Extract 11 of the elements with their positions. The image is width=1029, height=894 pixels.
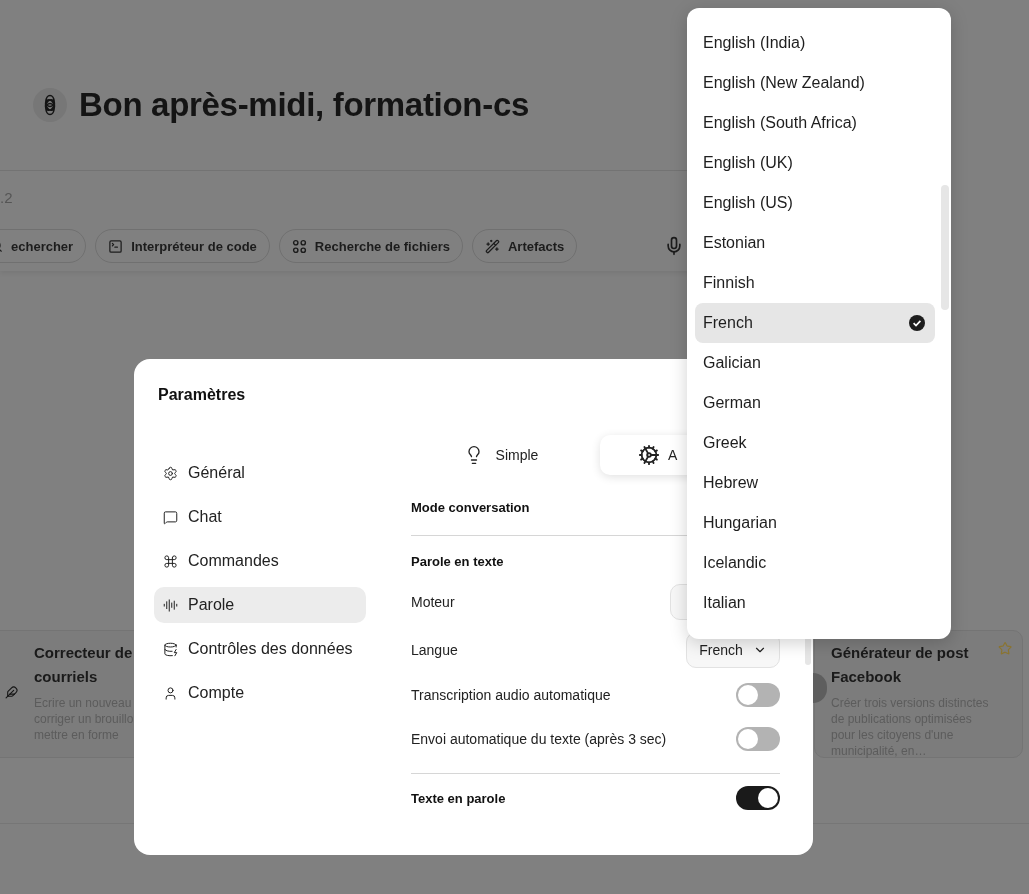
- card-title: Correcteur de courriels: [34, 643, 134, 687]
- setting-label: Langue: [411, 642, 458, 658]
- dialog-title: Paramètres: [158, 385, 246, 405]
- greeting-title: Bon après-midi, formation-cs: [79, 86, 529, 124]
- section-heading: Mode conversation: [411, 499, 530, 515]
- setting-label: Moteur: [411, 594, 455, 610]
- setting-label: Transcription audio automatique: [411, 687, 611, 703]
- setting-label: Envoi automatique du texte (après 3 sec): [411, 731, 667, 747]
- card-title: Générateur de post Facebook: [831, 643, 970, 687]
- section-heading: Parole en texte: [411, 553, 504, 569]
- section-heading: Texte en parole: [411, 790, 506, 806]
